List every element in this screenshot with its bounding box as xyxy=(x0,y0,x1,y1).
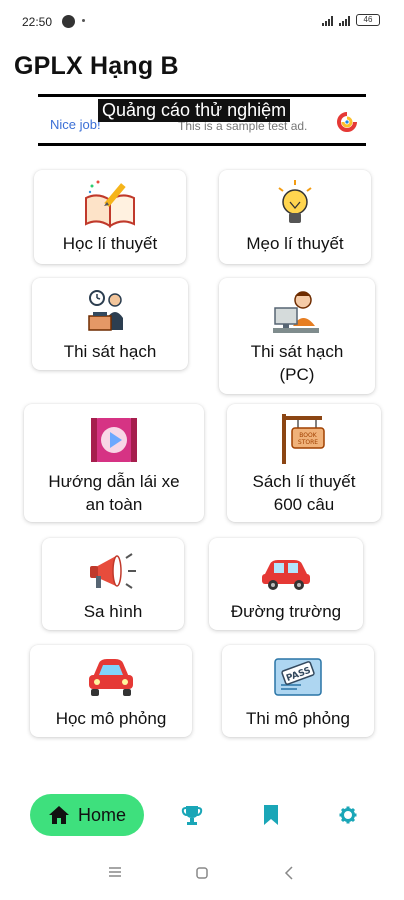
video-play-icon xyxy=(91,418,137,462)
card-label: Thi sát hạch xyxy=(250,342,344,361)
card-road[interactable]: Đường trường xyxy=(209,538,363,630)
menu-icon[interactable] xyxy=(108,866,122,878)
svg-text:BOOK: BOOK xyxy=(299,432,317,439)
nav-home-label: Home xyxy=(77,804,126,825)
dnd-icon xyxy=(62,15,75,28)
card-exam-pc[interactable]: Thi sát hạch (PC) xyxy=(219,278,375,394)
trophy-icon[interactable] xyxy=(181,804,203,826)
card-book[interactable]: BOOK STORE Sách lí thuyết 600 câu xyxy=(227,404,381,522)
svg-text:STORE: STORE xyxy=(298,439,318,446)
card-sim-test[interactable]: PASS Thi mô phỏng xyxy=(222,645,374,737)
card-sa-hinh[interactable]: Sa hình xyxy=(42,538,184,630)
computer-user-icon xyxy=(273,291,319,333)
ad-test-label: Quảng cáo thử nghiệm xyxy=(98,99,291,122)
status-indicators: 46 xyxy=(322,14,380,26)
card-safe-driving[interactable]: Hướng dẫn lái xe an toàn xyxy=(24,404,204,522)
card-label: Thi sát hạch xyxy=(63,342,157,361)
card-label: Học mô phỏng xyxy=(55,709,167,728)
card-label: Học lí thuyết xyxy=(62,234,158,253)
card-label: Hướng dẫn lái xe xyxy=(48,472,180,491)
lightbulb-icon xyxy=(278,180,312,223)
page-title: GPLX Hạng B xyxy=(14,52,179,80)
megaphone-icon xyxy=(90,553,136,589)
home-square-icon[interactable] xyxy=(195,866,209,880)
battery-icon: 46 xyxy=(356,14,380,26)
status-bar: 22:50 46 xyxy=(0,0,404,40)
card-label: Thi mô phỏng xyxy=(246,709,350,728)
card-exam[interactable]: Thi sát hạch xyxy=(32,278,188,370)
card-tips[interactable]: Mẹo lí thuyết xyxy=(219,170,371,264)
ad-advertiser: Nice job! xyxy=(50,117,101,132)
car-front-icon xyxy=(89,659,133,696)
ad-logo-icon xyxy=(337,112,357,132)
card-sim-learn[interactable]: Học mô phỏng xyxy=(30,645,192,737)
signal-icon-2 xyxy=(339,15,350,26)
pass-ticket-icon: PASS xyxy=(274,658,322,696)
ad-banner[interactable]: Nice job! This is a sample test ad. Quản… xyxy=(38,94,366,146)
card-label: Sách lí thuyết xyxy=(252,472,356,491)
status-time: 22:50 xyxy=(22,15,53,29)
card-theory[interactable]: Học lí thuyết xyxy=(34,170,186,264)
bottom-nav: Home xyxy=(0,790,404,840)
student-desk-icon xyxy=(88,290,123,331)
gear-icon[interactable] xyxy=(339,806,357,824)
signal-icon xyxy=(322,15,333,26)
card-label: Sa hình xyxy=(83,602,143,621)
book-store-sign-icon: BOOK STORE xyxy=(282,414,325,464)
book-pencil-icon xyxy=(85,180,135,228)
notification-dot-icon xyxy=(82,19,85,22)
card-label-line2: an toàn xyxy=(85,495,143,514)
system-nav-bar xyxy=(0,860,404,890)
card-label: Mẹo lí thuyết xyxy=(246,234,344,253)
nav-home-button[interactable]: Home xyxy=(30,794,144,836)
home-icon xyxy=(48,806,69,824)
back-chevron-icon[interactable] xyxy=(284,866,294,880)
card-label-line2: (PC) xyxy=(279,365,315,384)
card-label-line2: 600 câu xyxy=(273,495,335,514)
bookmark-icon[interactable] xyxy=(262,804,280,826)
card-label: Đường trường xyxy=(230,602,342,621)
car-icon xyxy=(262,560,310,590)
